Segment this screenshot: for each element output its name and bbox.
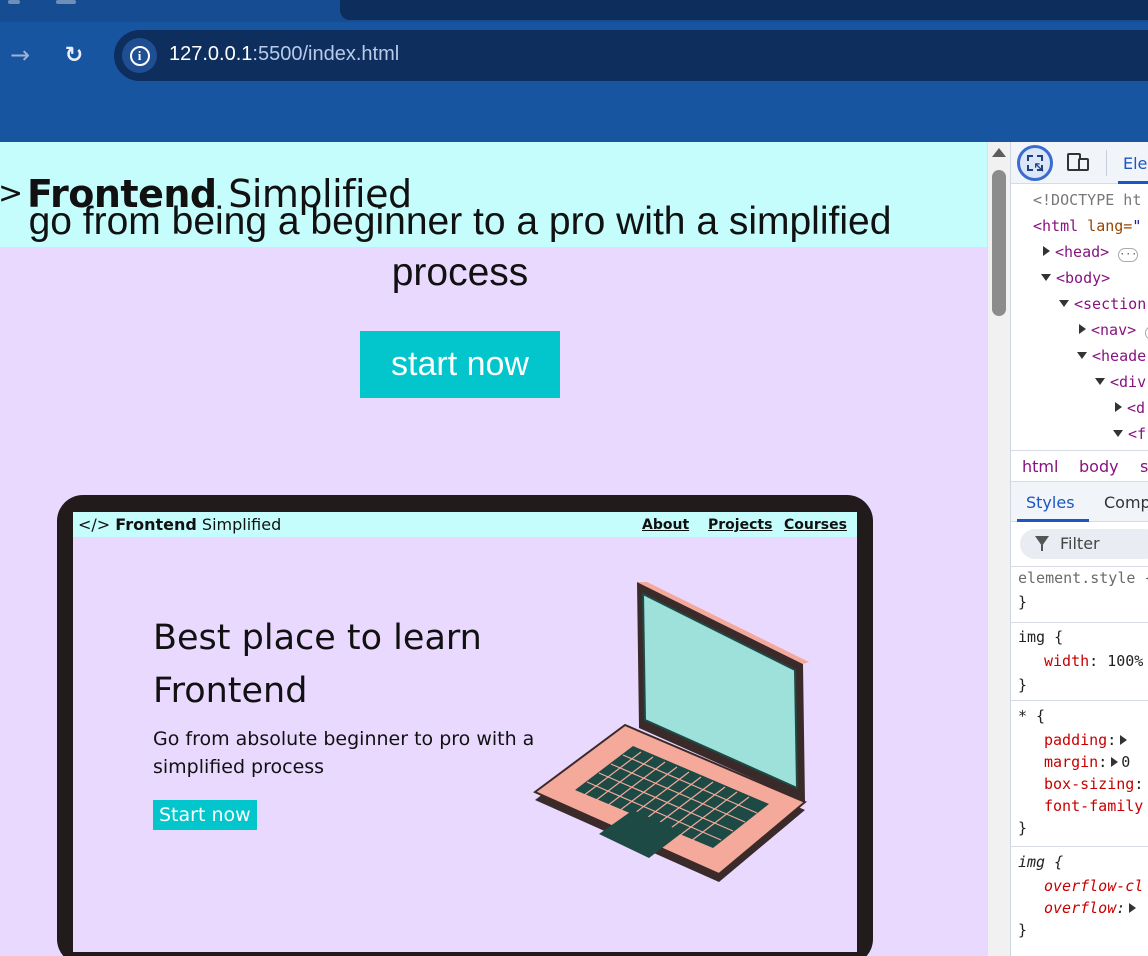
mockup-brand-bold: Frontend bbox=[115, 515, 197, 534]
expand-icon[interactable] bbox=[1129, 903, 1137, 913]
tab-styles[interactable]: Styles bbox=[1026, 493, 1075, 512]
breadcrumb-section[interactable]: s bbox=[1140, 457, 1148, 476]
ellipsis-icon[interactable]: ··· bbox=[1118, 248, 1139, 262]
rule-selector[interactable]: img { bbox=[1018, 851, 1063, 873]
breadcrumb: html body s bbox=[1011, 450, 1148, 482]
rule-close: } bbox=[1018, 819, 1028, 837]
style-declaration[interactable]: box-sizing: bbox=[1044, 773, 1143, 795]
info-icon: i bbox=[129, 45, 150, 66]
site-info-button[interactable]: i bbox=[122, 38, 157, 73]
breadcrumb-html[interactable]: html bbox=[1022, 457, 1058, 476]
tab-favicon bbox=[8, 0, 20, 4]
page-scrollbar[interactable] bbox=[987, 142, 1010, 956]
scroll-up-arrow-icon[interactable] bbox=[992, 148, 1006, 157]
dom-node[interactable]: <nav> ··· bbox=[1079, 320, 1148, 340]
collapse-icon[interactable] bbox=[1059, 300, 1069, 307]
collapse-icon[interactable] bbox=[1041, 274, 1051, 281]
style-rule: img { width: 100% } bbox=[1011, 622, 1148, 700]
collapse-icon[interactable] bbox=[1077, 352, 1087, 359]
dom-node[interactable]: <f bbox=[1113, 424, 1146, 444]
style-rule: * { padding: margin: 0 box-sizing: font-f… bbox=[1011, 700, 1148, 846]
tab-computed[interactable]: Comp bbox=[1104, 493, 1148, 512]
rule-close: } bbox=[1018, 593, 1028, 611]
styles-filter-input[interactable]: Filter bbox=[1020, 529, 1148, 559]
rule-selector[interactable]: img { bbox=[1018, 626, 1063, 648]
rule-selector[interactable]: * { bbox=[1018, 705, 1045, 727]
dom-node[interactable]: <html lang=" bbox=[1033, 216, 1141, 236]
inspect-element-icon[interactable]: ↖ bbox=[1017, 145, 1053, 181]
devtools-toolbar: ↖ Ele bbox=[1011, 142, 1148, 184]
style-rule: element.style { } bbox=[1011, 566, 1148, 622]
dom-node[interactable]: <d bbox=[1115, 398, 1145, 418]
laptop-mockup-image: </> Frontend Simplified About Projects C… bbox=[57, 495, 873, 956]
mockup-link-courses: Courses bbox=[784, 517, 847, 533]
style-declaration[interactable]: overflow: bbox=[1044, 897, 1139, 919]
mockup-heading: Best place to learn Frontend bbox=[153, 618, 482, 711]
expand-icon[interactable] bbox=[1115, 402, 1122, 412]
url-path: :5500/index.html bbox=[252, 43, 400, 65]
filter-placeholder: Filter bbox=[1060, 534, 1100, 553]
breadcrumb-body[interactable]: body bbox=[1079, 457, 1119, 476]
start-now-button[interactable]: start now bbox=[360, 331, 560, 398]
arrow-right-icon: → bbox=[9, 41, 31, 69]
mockup-navbar: </> Frontend Simplified About Projects C… bbox=[73, 512, 857, 537]
rule-close: } bbox=[1018, 676, 1028, 694]
scrollbar-thumb[interactable] bbox=[992, 170, 1006, 316]
address-bar[interactable]: i 127.0.0.1:5500/index.html bbox=[114, 30, 1148, 81]
expand-icon[interactable] bbox=[1079, 324, 1086, 334]
dom-node[interactable]: <heade bbox=[1077, 346, 1146, 366]
url-text[interactable]: 127.0.0.1:5500/index.html bbox=[169, 43, 399, 66]
expand-icon[interactable] bbox=[1043, 246, 1050, 256]
styles-subtabs: Styles Comp bbox=[1011, 482, 1148, 522]
expand-icon[interactable] bbox=[1111, 757, 1119, 767]
mockup-start-button: Start now bbox=[153, 800, 257, 830]
tab-active[interactable] bbox=[340, 0, 1148, 20]
mockup-screen: </> Frontend Simplified About Projects C… bbox=[73, 512, 857, 952]
dom-tree: <!DOCTYPE ht <html lang=" <head> ··· <bo… bbox=[1011, 186, 1148, 448]
collapse-icon[interactable] bbox=[1113, 430, 1123, 437]
device-toolbar-icon[interactable] bbox=[1067, 153, 1089, 171]
forward-button[interactable]: → bbox=[3, 38, 37, 72]
rule-close: } bbox=[1018, 921, 1028, 939]
style-declaration[interactable]: font-family bbox=[1044, 795, 1143, 817]
mockup-brand-light: Simplified bbox=[201, 515, 282, 534]
rule-selector[interactable]: element.style { bbox=[1018, 567, 1148, 589]
mockup-code-icon: </> bbox=[78, 515, 111, 534]
dom-node[interactable]: <section bbox=[1059, 294, 1146, 314]
hero-subtitle: go from being a beginner to a pro with a… bbox=[28, 200, 892, 294]
mockup-brand: </> Frontend Simplified bbox=[78, 515, 281, 534]
tab-strip bbox=[0, 0, 1148, 22]
filter-icon bbox=[1035, 536, 1049, 551]
tab-title-fragment bbox=[56, 0, 76, 4]
tab-elements[interactable]: Ele bbox=[1123, 154, 1147, 173]
reload-button[interactable]: ↻ bbox=[57, 38, 91, 72]
url-host: 127.0.0.1 bbox=[169, 43, 253, 65]
collapse-icon[interactable] bbox=[1095, 378, 1105, 385]
dom-node[interactable]: <!DOCTYPE ht bbox=[1033, 190, 1141, 210]
mockup-paragraph: Go from absolute beginner to pro with a … bbox=[153, 728, 535, 778]
style-rule: img { overflow-cl overflow: } bbox=[1011, 846, 1148, 956]
browser-chrome: → ↻ i 127.0.0.1:5500/index.html bbox=[0, 0, 1148, 142]
style-declaration[interactable]: padding: bbox=[1044, 729, 1130, 751]
expand-icon[interactable] bbox=[1120, 735, 1128, 745]
style-declaration[interactable]: overflow-cl bbox=[1044, 875, 1143, 897]
devtools-panel: ↖ Ele <!DOCTYPE ht <html lang=" <head> ·… bbox=[1010, 142, 1148, 956]
style-declaration[interactable]: width: 100% bbox=[1044, 650, 1143, 672]
laptop-illustration-icon bbox=[533, 582, 809, 882]
reload-icon: ↻ bbox=[64, 42, 84, 68]
mockup-link-projects: Projects bbox=[708, 517, 773, 533]
dom-node[interactable]: <div bbox=[1095, 372, 1146, 392]
style-declaration[interactable]: margin: 0 bbox=[1044, 751, 1130, 773]
mockup-link-about: About bbox=[642, 517, 690, 533]
page-viewport: end > Frontend Simplified go from being … bbox=[0, 142, 987, 956]
dom-node[interactable]: <body> bbox=[1041, 268, 1110, 288]
dom-node[interactable]: <head> ··· bbox=[1043, 242, 1139, 262]
